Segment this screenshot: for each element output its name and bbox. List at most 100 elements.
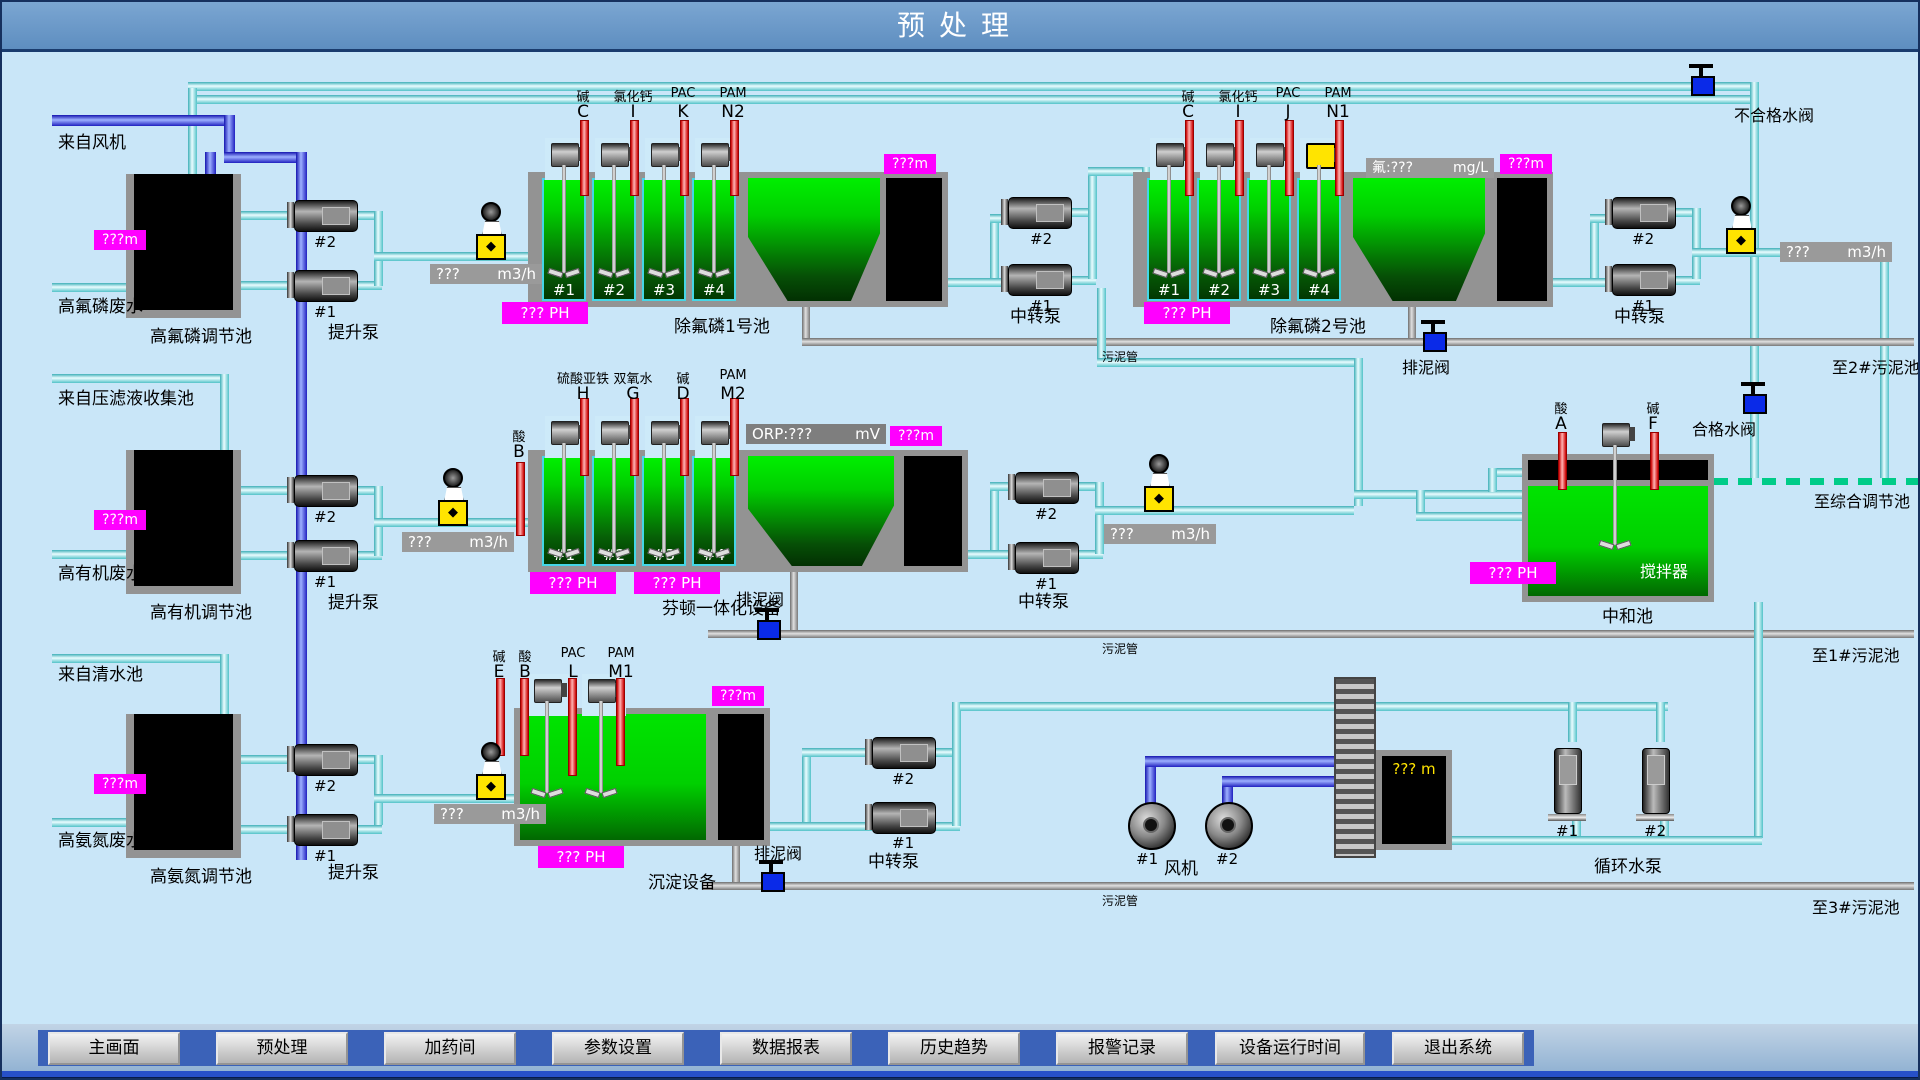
sludge-pipe-label: 污泥管 (1102, 348, 1138, 365)
transfer-pump[interactable] (1612, 264, 1676, 296)
pipe (188, 82, 1754, 91)
valve-label: 排泥阀 (736, 586, 784, 610)
pump-number: #1 (1556, 822, 1578, 840)
settling-section (1353, 178, 1485, 301)
lift-pump[interactable] (294, 200, 358, 232)
chem-code: N2 (721, 102, 745, 122)
pipe (770, 822, 872, 831)
lift-pump[interactable] (294, 814, 358, 846)
destination-label: 至2#污泥池 (1832, 354, 1920, 378)
tank-top-section (1528, 460, 1708, 480)
chem-code: C (577, 102, 589, 122)
source-label: 来自压滤液收集池 (58, 384, 194, 409)
nav-data-report[interactable]: 数据报表 (720, 1032, 852, 1065)
chem-code: K (677, 102, 688, 122)
dosing-tube (580, 398, 589, 476)
valve-label: 排泥阀 (754, 840, 802, 864)
sludge-drain-valve[interactable] (758, 860, 786, 892)
chem-code: G (626, 384, 639, 404)
chem-code: A (1555, 414, 1567, 434)
pipe (1452, 836, 1762, 845)
transfer-pump[interactable] (1008, 197, 1072, 229)
blower-fan[interactable] (1128, 802, 1176, 850)
fan-number: #1 (1136, 850, 1158, 868)
nav-equipment-runtime[interactable]: 设备运行时间 (1215, 1032, 1365, 1065)
nav-dosing-room[interactable]: 加药间 (384, 1032, 516, 1065)
circulation-pump[interactable] (1554, 748, 1582, 814)
feed-label: 高有机废水 (58, 559, 143, 584)
dosing-tube (580, 120, 589, 196)
transfer-pump[interactable] (872, 802, 936, 834)
pump-number: #2 (1030, 230, 1052, 248)
pump-number: #2 (314, 777, 336, 795)
outlet-section (1491, 178, 1547, 301)
sludge-drain-valve[interactable] (1420, 320, 1448, 352)
pipe (374, 755, 383, 825)
nav-history-trend[interactable]: 历史趋势 (888, 1032, 1020, 1065)
flow-display: ???m3/h (402, 532, 514, 552)
tank-stripper-feed: ??? m (1376, 750, 1452, 850)
tank-label: 高氨氮调节池 (150, 862, 252, 887)
pipe (1754, 602, 1763, 838)
ph-display: ??? PH (1144, 302, 1230, 324)
sludge-pipe (802, 305, 810, 338)
pipe (52, 115, 235, 126)
lift-pump[interactable] (294, 270, 358, 302)
chem-label: PAM (607, 646, 634, 661)
pipe (188, 95, 1754, 104)
stripping-tower (1334, 677, 1376, 858)
dosing-tube (1235, 120, 1244, 196)
sludge-pipe (702, 882, 1914, 890)
level-display: ???m (712, 686, 764, 706)
chem-code: I (1235, 102, 1240, 122)
pipe (802, 748, 872, 757)
chem-code: B (513, 442, 525, 462)
pipe (1656, 702, 1665, 742)
transfer-pump[interactable] (1015, 472, 1079, 504)
transfer-pump[interactable] (1612, 197, 1676, 229)
feed-label: 高氨氮废水 (58, 826, 143, 851)
chem-code: L (568, 662, 577, 682)
transfer-pump[interactable] (1015, 542, 1079, 574)
transfer-pump[interactable] (1008, 264, 1072, 296)
nav-main-screen[interactable]: 主画面 (48, 1032, 180, 1065)
tank-fenton: #1 #2 #3 #4 (528, 450, 968, 572)
settling-section (748, 456, 894, 566)
pump-number: #2 (1644, 822, 1666, 840)
page-title: 预处理 (2, 2, 1918, 52)
blower-fan[interactable] (1205, 802, 1253, 850)
nav-pretreatment[interactable]: 预处理 (216, 1032, 348, 1065)
pipe (52, 550, 126, 559)
level-display: ???m (884, 154, 936, 174)
circulation-pump[interactable] (1642, 748, 1670, 814)
pipe (1095, 506, 1354, 515)
transfer-pump[interactable] (872, 737, 936, 769)
nav-parameter-settings[interactable]: 参数设置 (552, 1032, 684, 1065)
chem-code: D (676, 384, 689, 404)
tank-label: 除氟磷2号池 (1270, 312, 1366, 337)
chem-code: F (1648, 414, 1658, 434)
level-display: ???m (94, 774, 146, 794)
feed-label: 高氟磷废水 (58, 292, 143, 317)
pipe (356, 825, 382, 834)
lift-pump[interactable] (294, 744, 358, 776)
pump-number: #2 (314, 508, 336, 526)
chem-code: B (519, 662, 531, 682)
pass-water-valve[interactable] (1740, 382, 1768, 414)
pipe (1488, 468, 1497, 492)
ph-display: ??? PH (530, 572, 616, 594)
nav-exit-system[interactable]: 退出系统 (1392, 1032, 1524, 1065)
valve-label: 排泥阀 (1402, 354, 1450, 378)
lift-pump[interactable] (294, 540, 358, 572)
pump-label: 提升泵 (328, 318, 379, 343)
lift-pump[interactable] (294, 475, 358, 507)
pump-number: #2 (1632, 230, 1654, 248)
dosing-tube (1285, 120, 1294, 196)
sludge-pipe-label: 污泥管 (1102, 892, 1138, 909)
dosing-tube (730, 120, 739, 196)
reject-water-valve[interactable] (1688, 64, 1716, 96)
tank-label: 高有机调节池 (150, 598, 252, 623)
chem-code: N1 (1326, 102, 1350, 122)
pump-number: #1 (314, 847, 336, 865)
nav-alarm-record[interactable]: 报警记录 (1056, 1032, 1188, 1065)
